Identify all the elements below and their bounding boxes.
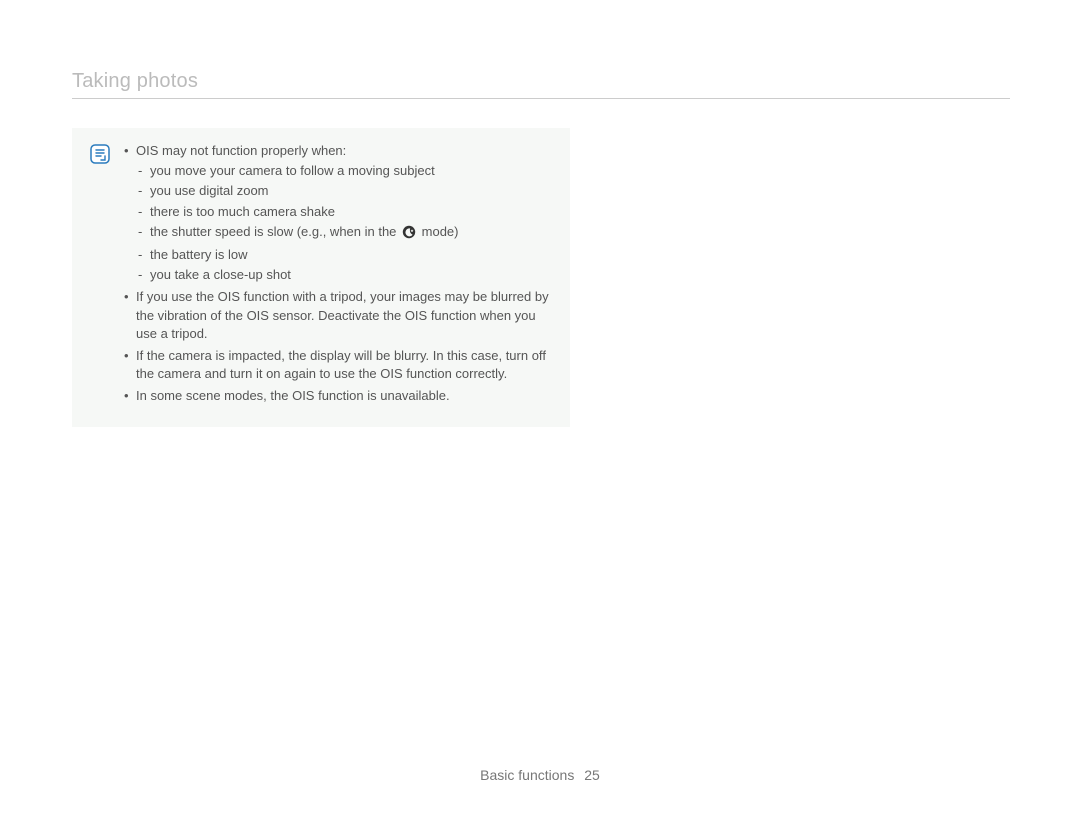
- sub-text: there is too much camera shake: [150, 204, 335, 219]
- bullet-text: In some scene modes, the OIS function is…: [136, 388, 450, 403]
- sub-text: you move your camera to follow a moving …: [150, 163, 435, 178]
- bullet-item: In some scene modes, the OIS function is…: [124, 387, 552, 405]
- sub-item: you move your camera to follow a moving …: [136, 162, 552, 180]
- sub-text: the battery is low: [150, 247, 248, 262]
- bullet-text: If you use the OIS function with a tripo…: [136, 289, 549, 340]
- bullet-item: If the camera is impacted, the display w…: [124, 347, 552, 383]
- sub-item: you take a close-up shot: [136, 266, 552, 284]
- sub-item: the shutter speed is slow (e.g., when in…: [136, 223, 552, 244]
- note-icon: [90, 144, 110, 409]
- sub-item: there is too much camera shake: [136, 203, 552, 221]
- note-box: OIS may not function properly when: you …: [72, 128, 570, 427]
- bullet-text: If the camera is impacted, the display w…: [136, 348, 546, 381]
- page-number: 25: [584, 767, 600, 783]
- sub-text: you use digital zoom: [150, 183, 269, 198]
- page-footer: Basic functions 25: [0, 767, 1080, 783]
- night-mode-icon: [402, 225, 416, 244]
- sub-item: the battery is low: [136, 246, 552, 264]
- sub-text: you take a close-up shot: [150, 267, 291, 282]
- note-bullet-list: OIS may not function properly when: you …: [124, 142, 552, 409]
- bullet-item: If you use the OIS function with a tripo…: [124, 288, 552, 343]
- bullet-item: OIS may not function properly when: you …: [124, 142, 552, 284]
- bullet-text: OIS may not function properly when:: [136, 143, 346, 158]
- page-title: Taking photos: [72, 70, 198, 93]
- sub-text-before: the shutter speed is slow (e.g., when in…: [150, 224, 400, 239]
- sub-list: you move your camera to follow a moving …: [136, 162, 552, 284]
- sub-text-after: mode): [418, 224, 458, 239]
- title-rule: [72, 98, 1010, 99]
- footer-section: Basic functions: [480, 767, 574, 783]
- sub-item: you use digital zoom: [136, 182, 552, 200]
